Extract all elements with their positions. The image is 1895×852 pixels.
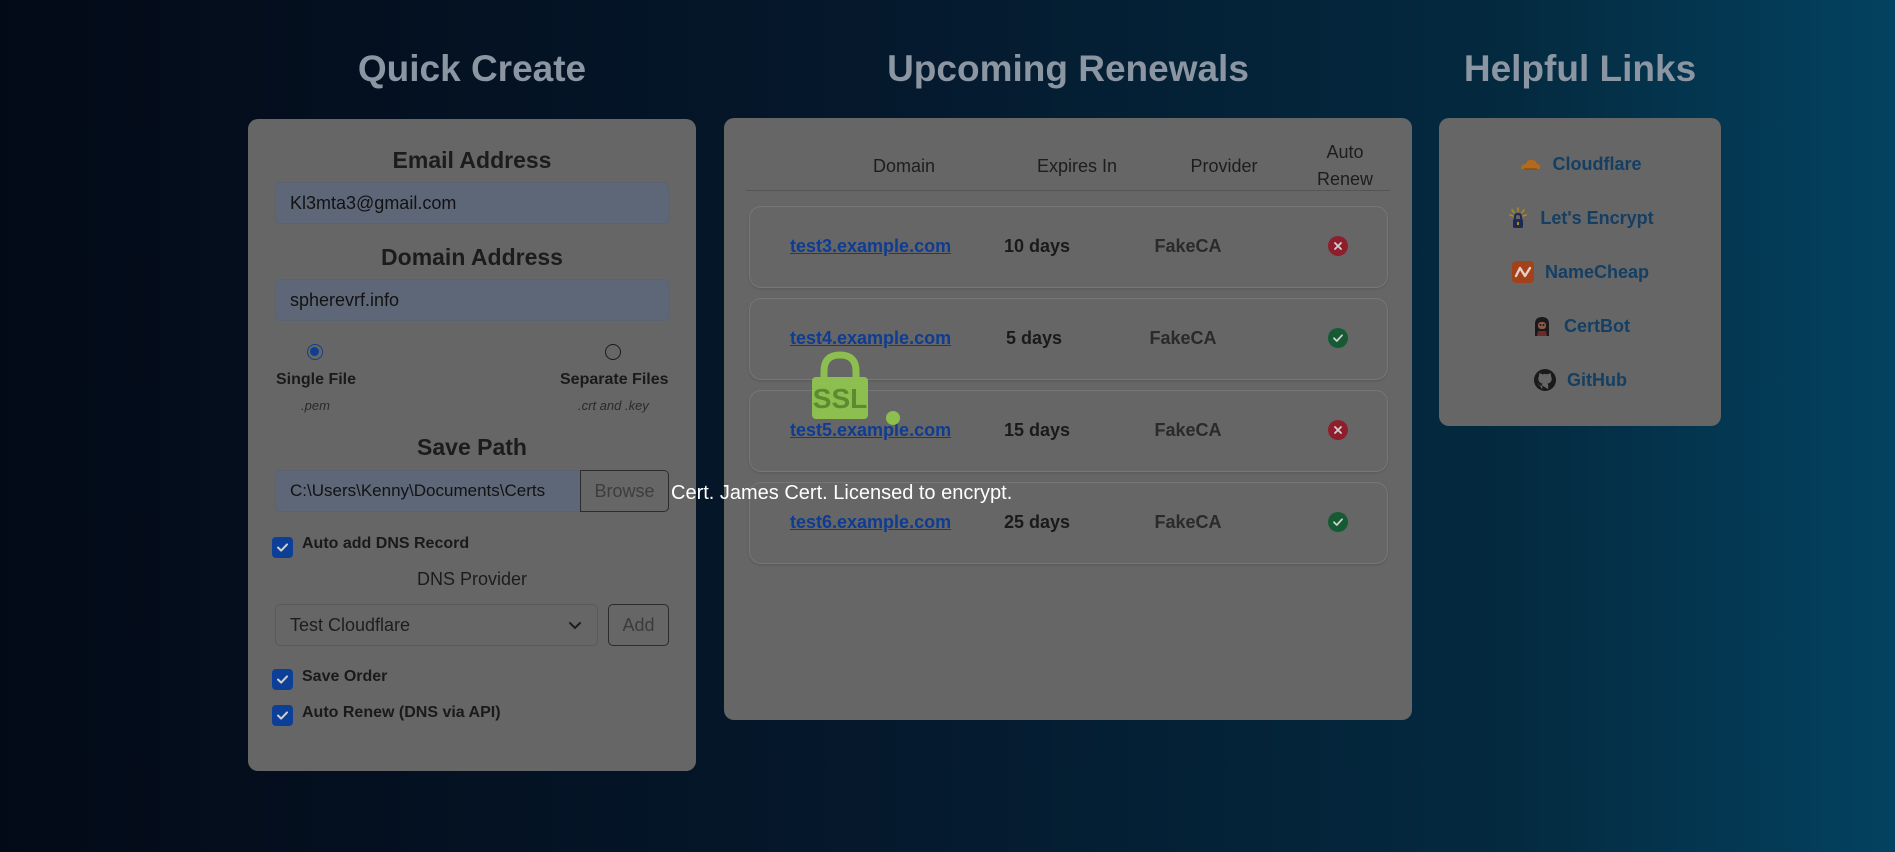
single-file-label: Single File: [276, 371, 357, 388]
link-label: GitHub: [1567, 369, 1627, 390]
cloudflare-icon: [1521, 159, 1541, 170]
separate-files-label: Separate Files: [560, 371, 669, 388]
email-label: Email Address: [392, 147, 552, 173]
link-github[interactable]: GitHub: [1439, 368, 1721, 392]
separate-files-radio[interactable]: [605, 344, 621, 360]
header-divider: [746, 190, 1390, 191]
ssl-label: SSL: [812, 383, 868, 414]
save-order-checkbox[interactable]: [272, 669, 293, 690]
domain-field[interactable]: spherevrf.info: [275, 279, 669, 321]
add-dns-button[interactable]: Add: [608, 604, 669, 646]
upcoming-renewals-title: Upcoming Renewals: [887, 48, 1249, 89]
link-namecheap[interactable]: NameCheap: [1439, 260, 1721, 284]
namecheap-icon: [1511, 261, 1534, 283]
dns-provider-label: DNS Provider: [416, 569, 528, 589]
dns-provider-select[interactable]: Test Cloudflare: [275, 604, 598, 646]
auto-renew-on-icon: [1328, 328, 1348, 348]
helpful-links-card: Cloudflare Let's Encrypt NameCheap CertB…: [1439, 118, 1721, 426]
auto-dns-label: Auto add DNS Record: [302, 535, 470, 552]
single-file-radio[interactable]: [307, 344, 323, 360]
email-field[interactable]: Kl3mta3@gmail.com: [275, 182, 669, 224]
link-label: CertBot: [1564, 315, 1630, 336]
auto-renew-header-line1: Auto: [1326, 142, 1364, 162]
auto-dns-checkbox[interactable]: [272, 537, 293, 558]
domain-link[interactable]: test6.example.com: [790, 512, 951, 533]
domain-link[interactable]: test5.example.com: [790, 420, 951, 441]
column-header-auto-renew: Auto Renew: [1295, 136, 1395, 196]
ssl-lock-icon[interactable]: SSL: [808, 351, 872, 421]
single-file-sub: .pem: [301, 398, 330, 413]
save-order-label: Save Order: [302, 668, 388, 685]
quick-create-card: Email Address Kl3mta3@gmail.com Domain A…: [248, 119, 696, 771]
auto-renew-off-icon: [1328, 420, 1348, 440]
link-certbot[interactable]: CertBot: [1439, 314, 1721, 338]
expires-in: 10 days: [1003, 236, 1071, 256]
quick-create-title: Quick Create: [357, 48, 587, 89]
lets-encrypt-icon: [1509, 207, 1528, 228]
auto-renew-label: Auto Renew (DNS via API): [302, 704, 501, 721]
separate-files-sub: .crt and .key: [578, 398, 649, 413]
save-path-label: Save Path: [417, 434, 527, 460]
chevron-down-icon: [569, 622, 581, 630]
auto-renew-on-icon: [1328, 512, 1348, 532]
auto-renew-off-icon: [1328, 236, 1348, 256]
expires-in: 25 days: [1003, 512, 1071, 532]
auto-renew-checkbox[interactable]: [272, 705, 293, 726]
renewal-row: test3.example.com 10 days FakeCA: [749, 206, 1388, 288]
ssl-indicator-dot: [886, 411, 900, 425]
link-label: Cloudflare: [1552, 153, 1642, 174]
provider: FakeCA: [1154, 236, 1222, 256]
provider: FakeCA: [1149, 328, 1217, 348]
save-path-field[interactable]: C:\Users\Kenny\Documents\Certs: [275, 470, 581, 512]
link-label: NameCheap: [1544, 261, 1650, 282]
ssl-tooltip: Cert. James Cert. Licensed to encrypt.: [671, 482, 1013, 504]
helpful-links-title: Helpful Links: [1463, 48, 1697, 89]
column-header-expires: Expires In: [1036, 155, 1118, 176]
domain-link[interactable]: test4.example.com: [790, 328, 951, 349]
dns-provider-value: Test Cloudflare: [290, 615, 411, 635]
link-cloudflare[interactable]: Cloudflare: [1439, 152, 1721, 176]
expires-in: 15 days: [1003, 420, 1071, 440]
link-label: Let's Encrypt: [1540, 207, 1654, 228]
expires-in: 5 days: [1005, 328, 1063, 348]
column-header-domain: Domain: [872, 155, 936, 176]
domain-label: Domain Address: [381, 244, 563, 270]
browse-button[interactable]: Browse: [580, 470, 669, 512]
provider: FakeCA: [1154, 420, 1222, 440]
certbot-icon: [1535, 317, 1549, 336]
domain-link[interactable]: test3.example.com: [790, 236, 951, 257]
auto-renew-header-line2: Renew: [1316, 169, 1374, 189]
link-lets-encrypt[interactable]: Let's Encrypt: [1439, 206, 1721, 230]
provider: FakeCA: [1154, 512, 1222, 532]
github-icon: [1534, 369, 1556, 391]
column-header-provider: Provider: [1190, 155, 1258, 176]
